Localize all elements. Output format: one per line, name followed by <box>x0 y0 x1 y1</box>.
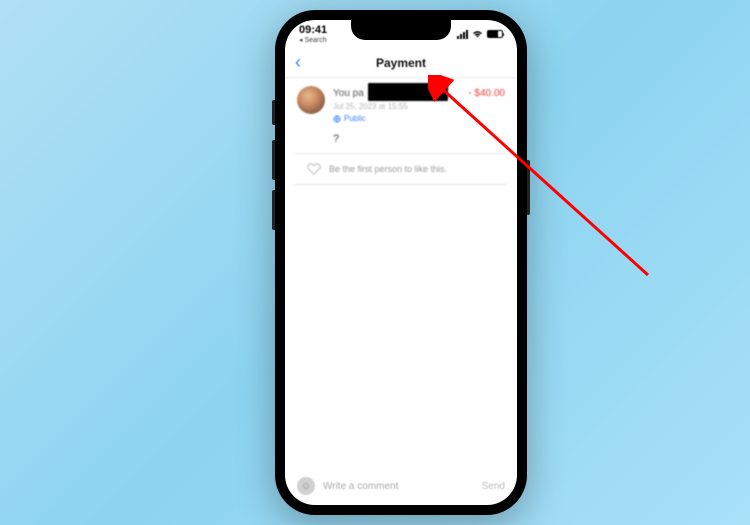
back-to-app[interactable]: ◂ Search <box>299 37 327 44</box>
signal-icon <box>457 30 468 39</box>
nav-header: ‹ Payment <box>285 48 517 78</box>
notch <box>351 20 451 40</box>
payment-row[interactable]: You pa - $40.00 Jul 25, 2023 at 15:55 Pu… <box>285 78 517 129</box>
side-button <box>527 160 530 215</box>
visibility-label[interactable]: Public <box>344 114 366 123</box>
phone-frame: 09:41 ◂ Search ‹ Payment You pa <box>275 10 527 515</box>
like-prompt: Be the first person to like this. <box>329 164 447 174</box>
status-time: 09:41 <box>299 25 327 36</box>
content-area: You pa - $40.00 Jul 25, 2023 at 15:55 Pu… <box>285 78 517 469</box>
send-button[interactable]: Send <box>482 481 505 492</box>
payment-amount: - $40.00 <box>468 88 505 99</box>
user-avatar-icon: ☺ <box>297 477 315 495</box>
wifi-icon <box>472 30 483 38</box>
battery-icon <box>487 30 503 38</box>
comment-composer: ☺ Send <box>285 469 517 505</box>
back-button[interactable]: ‹ <box>295 52 301 73</box>
globe-icon <box>333 115 341 123</box>
side-button <box>272 140 275 180</box>
side-button <box>272 100 275 125</box>
payment-note: ? <box>285 129 517 153</box>
payment-date: Jul 25, 2023 at 15:55 <box>333 102 505 111</box>
avatar[interactable] <box>297 86 325 114</box>
redaction-bar <box>368 83 448 101</box>
payment-prefix: You pa <box>333 88 364 99</box>
comment-input[interactable] <box>323 481 474 492</box>
screen: 09:41 ◂ Search ‹ Payment You pa <box>285 20 517 505</box>
like-row[interactable]: Be the first person to like this. <box>295 153 507 185</box>
page-title: Payment <box>376 56 426 70</box>
heart-icon[interactable] <box>307 162 321 176</box>
side-button <box>272 190 275 230</box>
